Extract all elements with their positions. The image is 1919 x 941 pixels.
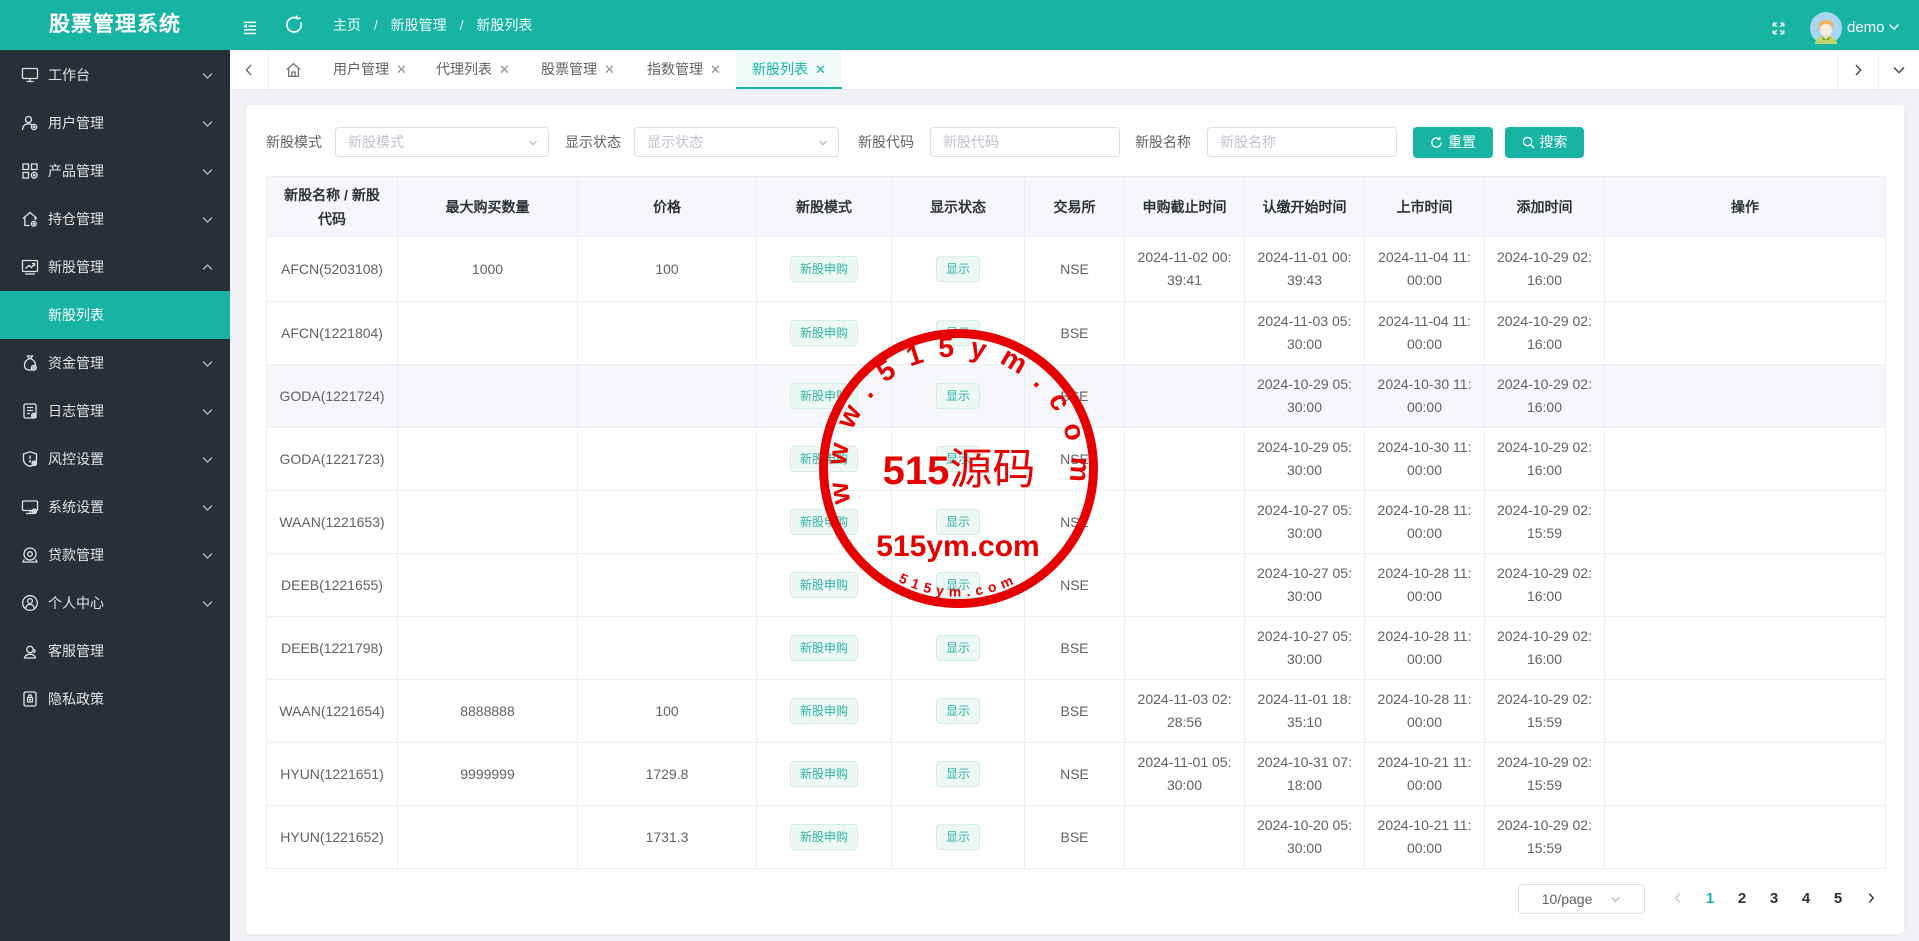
svg-text:515ym.com: 515ym.com (876, 530, 1039, 563)
svg-text:515源码: 515源码 (883, 446, 1036, 494)
